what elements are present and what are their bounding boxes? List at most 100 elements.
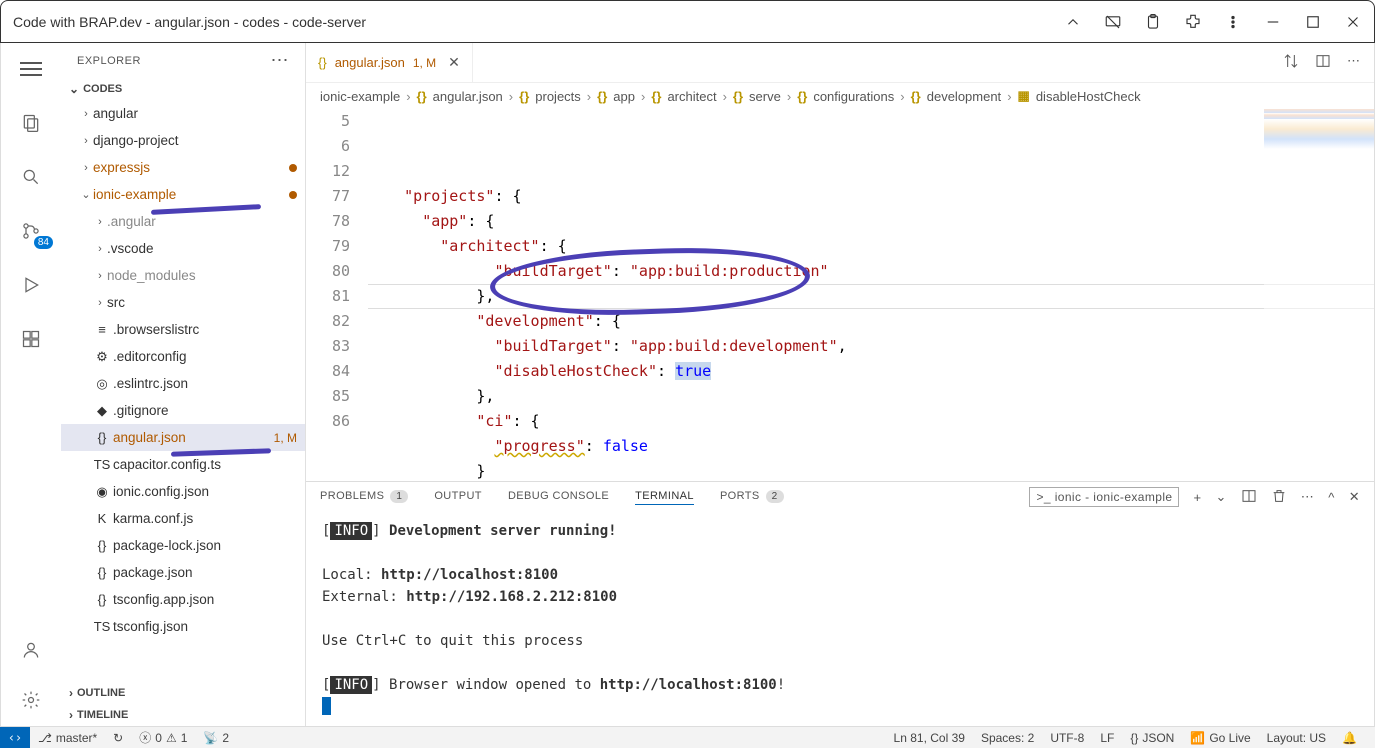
status-layout[interactable]: Layout: US <box>1259 731 1334 745</box>
terminal-content[interactable]: [INFO] Development server running! Local… <box>306 512 1374 726</box>
status-sync[interactable]: ↻ <box>105 731 131 745</box>
status-eol[interactable]: LF <box>1092 731 1122 745</box>
file-item[interactable]: TStsconfig.json <box>61 613 305 640</box>
terminal-dropdown-icon[interactable]: ⌄ <box>1215 489 1226 505</box>
chevron-icon: › <box>79 162 93 174</box>
code-content[interactable]: "projects": { "app": { "architect": { "b… <box>368 109 1374 481</box>
section-outline[interactable]: ›OUTLINE <box>61 682 305 704</box>
close-icon[interactable] <box>1344 13 1362 31</box>
compare-icon[interactable] <box>1283 53 1299 72</box>
breadcrumb-item[interactable]: angular.json <box>433 89 503 104</box>
file-item[interactable]: {}package.json <box>61 559 305 586</box>
folder-item[interactable]: ›src <box>61 289 305 316</box>
file-item[interactable]: Kkarma.conf.js <box>61 505 305 532</box>
editor-more-icon[interactable]: ⋯ <box>1347 53 1360 72</box>
status-problems[interactable]: ⓧ0⚠1 <box>131 729 195 746</box>
folder-item[interactable]: ›.vscode <box>61 235 305 262</box>
new-terminal-icon[interactable]: + <box>1193 490 1201 505</box>
remote-indicator[interactable] <box>0 727 30 748</box>
more-icon[interactable] <box>1224 13 1242 31</box>
settings-gear-icon[interactable] <box>17 686 45 714</box>
tab-debug-console[interactable]: DEBUG CONSOLE <box>508 490 609 504</box>
screenshare-off-icon[interactable] <box>1104 13 1122 31</box>
section-codes[interactable]: ⌄CODES <box>61 78 305 100</box>
code-line[interactable]: "projects": { <box>368 184 1374 209</box>
status-golive[interactable]: 📶Go Live <box>1182 731 1258 745</box>
extensions-icon[interactable] <box>17 325 45 353</box>
folder-item[interactable]: ⌄ionic-example <box>61 181 305 208</box>
breadcrumb-item[interactable]: architect <box>667 89 716 104</box>
section-timeline[interactable]: ›TIMELINE <box>61 704 305 726</box>
folder-item[interactable]: ›django-project <box>61 127 305 154</box>
split-editor-icon[interactable] <box>1315 53 1331 72</box>
tab-ports[interactable]: PORTS2 <box>720 490 784 505</box>
code-line[interactable]: "disableHostCheck": true <box>368 359 1374 384</box>
tab-angular-json[interactable]: {} angular.json 1, M ✕ <box>306 43 473 82</box>
file-item[interactable]: ≡.browserslistrc <box>61 316 305 343</box>
run-debug-icon[interactable] <box>17 271 45 299</box>
source-control-icon[interactable]: 84 <box>17 217 45 245</box>
status-bell-icon[interactable]: 🔔 <box>1334 731 1365 745</box>
folder-item[interactable]: ›.angular <box>61 208 305 235</box>
split-terminal-icon[interactable] <box>1241 488 1257 507</box>
code-line[interactable]: "ci": { <box>368 409 1374 434</box>
panel-more-icon[interactable]: ⋯ <box>1301 489 1314 505</box>
minimize-icon[interactable] <box>1264 13 1282 31</box>
tab-output[interactable]: OUTPUT <box>434 490 482 504</box>
file-item[interactable]: ◉ionic.config.json <box>61 478 305 505</box>
maximize-icon[interactable] <box>1304 13 1322 31</box>
breadcrumb-item[interactable]: projects <box>535 89 581 104</box>
file-item[interactable]: TScapacitor.config.ts <box>61 451 305 478</box>
status-encoding[interactable]: UTF-8 <box>1042 731 1092 745</box>
activity-bar: 84 <box>1 43 61 726</box>
breadcrumb-item[interactable]: configurations <box>813 89 894 104</box>
chevron-up-icon[interactable] <box>1064 13 1082 31</box>
file-item[interactable]: {}tsconfig.app.json <box>61 586 305 613</box>
code-editor[interactable]: 561277787980818283848586 "projects": { "… <box>306 109 1374 481</box>
file-item[interactable]: {}angular.json1, M <box>61 424 305 451</box>
status-spaces[interactable]: Spaces: 2 <box>973 731 1042 745</box>
sidebar-more-icon[interactable]: ⋯ <box>271 50 290 71</box>
breadcrumb-item[interactable]: disableHostCheck <box>1036 89 1141 104</box>
code-line[interactable]: "architect": { <box>368 234 1374 259</box>
clipboard-icon[interactable] <box>1144 13 1162 31</box>
code-line[interactable]: }, <box>368 384 1374 409</box>
status-branch[interactable]: ⎇master* <box>30 731 105 745</box>
breadcrumb-item[interactable]: serve <box>749 89 781 104</box>
menu-icon[interactable] <box>17 55 45 83</box>
breadcrumbs[interactable]: ionic-example ›{} angular.json ›{} proje… <box>306 83 1374 109</box>
account-icon[interactable] <box>17 636 45 664</box>
file-item[interactable]: ◎.eslintrc.json <box>61 370 305 397</box>
status-cursor[interactable]: Ln 81, Col 39 <box>886 731 973 745</box>
code-line[interactable]: "development": { <box>368 309 1374 334</box>
breadcrumb-item[interactable]: ionic-example <box>320 89 400 104</box>
folder-item[interactable]: ›expressjs <box>61 154 305 181</box>
folder-item[interactable]: ›node_modules <box>61 262 305 289</box>
code-line[interactable]: "buildTarget": "app:build:development", <box>368 334 1374 359</box>
panel-tabs: PROBLEMS1 OUTPUT DEBUG CONSOLE TERMINAL … <box>306 482 1374 512</box>
trash-icon[interactable] <box>1271 488 1287 507</box>
code-line[interactable]: } <box>368 459 1374 481</box>
breadcrumb-item[interactable]: app <box>613 89 635 104</box>
file-item[interactable]: {}package-lock.json <box>61 532 305 559</box>
code-line[interactable]: "buildTarget": "app:build:production" <box>368 259 1374 284</box>
extension-icon[interactable] <box>1184 13 1202 31</box>
breadcrumb-item[interactable]: development <box>927 89 1001 104</box>
status-language[interactable]: {}JSON <box>1122 731 1182 745</box>
code-line[interactable]: "app": { <box>368 209 1374 234</box>
explorer-icon[interactable] <box>17 109 45 137</box>
terminal-selector[interactable]: >_ ionic - ionic-example <box>1029 487 1179 507</box>
status-ports[interactable]: 📡2 <box>195 731 237 745</box>
close-panel-icon[interactable]: ✕ <box>1349 489 1360 505</box>
file-item[interactable]: ◆.gitignore <box>61 397 305 424</box>
maximize-panel-icon[interactable]: ^ <box>1328 490 1335 505</box>
file-item[interactable]: ⚙.editorconfig <box>61 343 305 370</box>
tab-problems[interactable]: PROBLEMS1 <box>320 490 408 505</box>
code-line[interactable]: "progress": false <box>368 434 1374 459</box>
item-label: package-lock.json <box>113 538 221 553</box>
tab-close-icon[interactable]: ✕ <box>448 54 460 71</box>
minimap[interactable] <box>1264 109 1374 309</box>
search-icon[interactable] <box>17 163 45 191</box>
folder-item[interactable]: ›angular <box>61 100 305 127</box>
tab-terminal[interactable]: TERMINAL <box>635 490 694 505</box>
